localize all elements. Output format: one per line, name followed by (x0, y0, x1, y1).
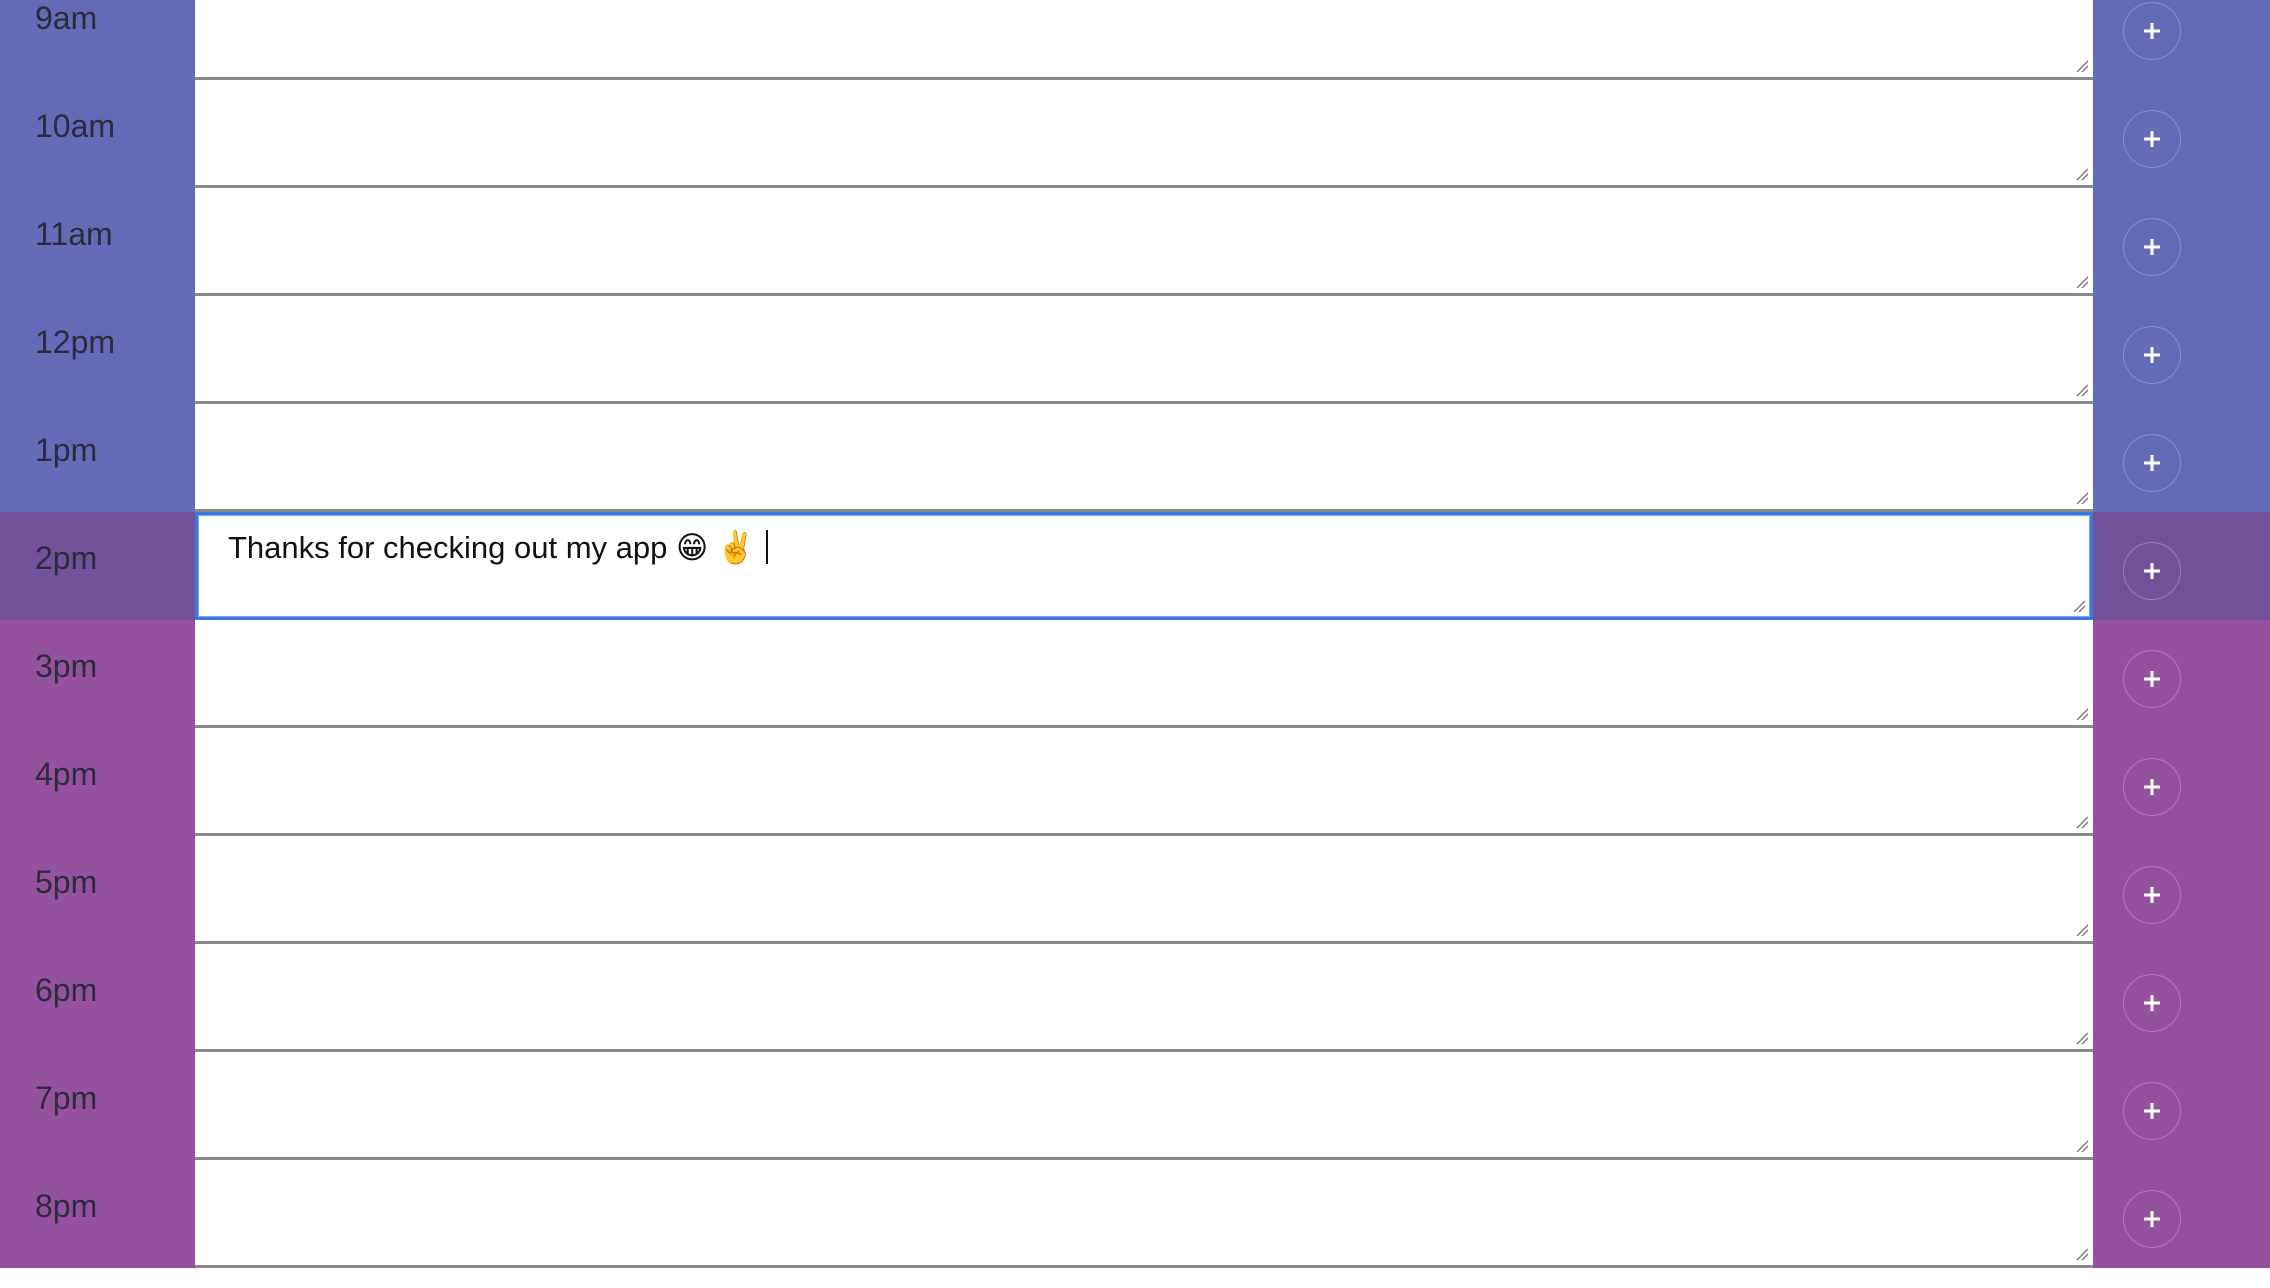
event-description-textarea[interactable] (195, 404, 2093, 512)
hour-label: 10am (35, 108, 116, 144)
save-column (2093, 0, 2270, 80)
plus-icon (2144, 1103, 2160, 1119)
resize-handle-icon[interactable] (2075, 275, 2089, 289)
resize-handle-icon[interactable] (2075, 167, 2089, 181)
save-column (2093, 1052, 2270, 1160)
event-description-textarea[interactable] (195, 1052, 2093, 1160)
hour-label: 3pm (35, 648, 98, 684)
event-description-textarea[interactable] (195, 188, 2093, 296)
resize-handle-icon[interactable] (2075, 815, 2089, 829)
time-block-2pm: 2pm Thanks for checking out my app 😁 ✌️ (0, 512, 2270, 620)
save-button[interactable] (2123, 866, 2181, 924)
event-description-textarea[interactable] (195, 1160, 2093, 1268)
event-description-textarea[interactable] (195, 80, 2093, 188)
save-column (2093, 188, 2270, 296)
resize-handle-icon[interactable] (2075, 1031, 2089, 1045)
save-button[interactable] (2123, 1082, 2181, 1140)
save-button[interactable] (2123, 974, 2181, 1032)
plus-icon (2144, 671, 2160, 687)
event-description-textarea[interactable]: Thanks for checking out my app 😁 ✌️ (195, 512, 2093, 620)
save-button[interactable] (2123, 434, 2181, 492)
save-column (2093, 620, 2270, 728)
time-block-8pm: 8pm (0, 1160, 2270, 1268)
save-column (2093, 404, 2270, 512)
resize-handle-icon[interactable] (2075, 1247, 2089, 1261)
time-block-4pm: 4pm (0, 728, 2270, 836)
resize-handle-icon[interactable] (2075, 383, 2089, 397)
event-description-textarea[interactable] (195, 728, 2093, 836)
hour-label: 9am (35, 0, 98, 36)
time-block-7pm: 7pm (0, 1052, 2270, 1160)
resize-handle-icon[interactable] (2075, 707, 2089, 721)
event-description-textarea[interactable] (195, 0, 2093, 80)
hour-label: 5pm (35, 864, 98, 900)
event-description-textarea[interactable] (195, 944, 2093, 1052)
save-column (2093, 296, 2270, 404)
plus-icon (2144, 239, 2160, 255)
save-button[interactable] (2123, 326, 2181, 384)
time-block-10am: 10am (0, 80, 2270, 188)
save-column (2093, 1160, 2270, 1268)
plus-icon (2144, 1211, 2160, 1227)
plus-icon (2144, 131, 2160, 147)
plus-icon (2144, 887, 2160, 903)
plus-icon (2144, 995, 2160, 1011)
hour-label: 12pm (35, 324, 116, 360)
day-planner: 9am 10am 11am 12pm 1pm 2pm Thanks for checking… (0, 0, 2270, 1268)
plus-icon (2144, 347, 2160, 363)
save-button[interactable] (2123, 2, 2181, 60)
save-button[interactable] (2123, 542, 2181, 600)
time-block-1pm: 1pm (0, 404, 2270, 512)
time-block-9am: 9am (0, 0, 2270, 80)
hour-label: 6pm (35, 972, 98, 1008)
time-block-3pm: 3pm (0, 620, 2270, 728)
save-column (2093, 728, 2270, 836)
hour-label: 11am (35, 216, 113, 252)
save-column (2093, 80, 2270, 188)
event-description-text: Thanks for checking out my app 😁 ✌️ (228, 529, 768, 566)
event-description-textarea[interactable] (195, 620, 2093, 728)
resize-handle-icon[interactable] (2075, 923, 2089, 937)
save-column (2093, 836, 2270, 944)
resize-handle-icon[interactable] (2075, 491, 2089, 505)
hour-label: 1pm (35, 432, 98, 468)
hour-label: 7pm (35, 1080, 98, 1116)
time-block-12pm: 12pm (0, 296, 2270, 404)
plus-icon (2144, 455, 2160, 471)
hour-label: 4pm (35, 756, 98, 792)
time-block-11am: 11am (0, 188, 2270, 296)
plus-icon (2144, 779, 2160, 795)
save-column (2093, 512, 2270, 620)
time-block-6pm: 6pm (0, 944, 2270, 1052)
resize-handle-icon[interactable] (2075, 1139, 2089, 1153)
text-caret (765, 530, 768, 564)
plus-icon (2144, 23, 2160, 39)
hour-label: 8pm (35, 1188, 98, 1224)
save-button[interactable] (2123, 1190, 2181, 1248)
save-button[interactable] (2123, 110, 2181, 168)
save-button[interactable] (2123, 758, 2181, 816)
hour-label: 2pm (35, 540, 98, 576)
resize-handle-icon[interactable] (2075, 59, 2089, 73)
resize-handle-icon[interactable] (2072, 599, 2086, 613)
event-description-textarea[interactable] (195, 296, 2093, 404)
event-description-textarea[interactable] (195, 836, 2093, 944)
time-block-5pm: 5pm (0, 836, 2270, 944)
save-button[interactable] (2123, 650, 2181, 708)
save-column (2093, 944, 2270, 1052)
save-button[interactable] (2123, 218, 2181, 276)
plus-icon (2144, 563, 2160, 579)
